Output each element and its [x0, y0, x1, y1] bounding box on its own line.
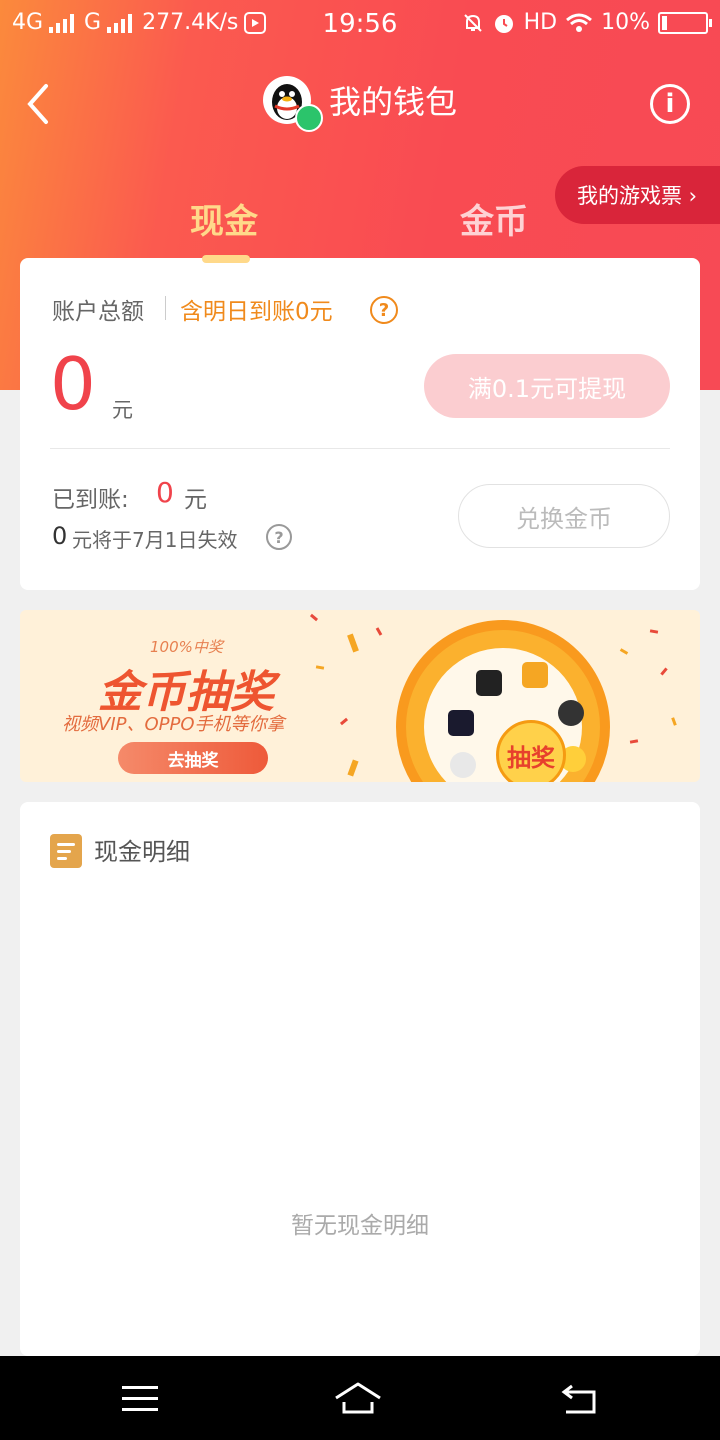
wheel-center-button[interactable]: 抽奖 [496, 720, 566, 782]
arrived-value: 0 [156, 476, 174, 509]
wechat-icon [294, 104, 323, 132]
battery-percent: 10% [601, 10, 650, 35]
vip-card-icon [476, 670, 502, 696]
label-separator [165, 296, 166, 320]
cash-card: 账户总额 含明日到账0元 ? 0 元 满0.1元可提现 已到账: 0 元 0 元… [20, 258, 700, 590]
tab-coin[interactable]: 金币 [460, 194, 528, 243]
cash-detail-title: 现金明细 [94, 838, 190, 866]
confetti [375, 627, 383, 636]
title-bar: 我的钱包 [0, 76, 720, 132]
my-game-tickets-button[interactable]: 我的游戏票 › [555, 166, 720, 224]
confetti [347, 759, 359, 777]
alarm-icon [494, 14, 513, 33]
list-icon [50, 834, 82, 868]
backpack-icon [558, 700, 584, 726]
pending-amount-label: 含明日到账0元 [180, 299, 333, 325]
menu-icon[interactable] [122, 1386, 158, 1412]
cash-detail-section: 现金明细 暂无现金明细 [20, 802, 700, 1356]
confetti [339, 717, 349, 726]
amount-unit: 元 [112, 398, 133, 422]
battery-icon [658, 11, 712, 34]
confetti [629, 739, 639, 744]
confetti [649, 629, 659, 634]
divider [50, 448, 670, 449]
arrived-unit: 元 [184, 487, 207, 513]
wifi-icon [566, 13, 593, 32]
expire-amount: 0 [52, 522, 68, 550]
back-nav-icon[interactable] [560, 1382, 600, 1416]
page-title: 我的钱包 [328, 83, 457, 121]
gift-icon [522, 662, 548, 688]
expire-help-icon[interactable]: ? [266, 524, 292, 550]
confetti [671, 717, 677, 726]
lottery-wheel: 抽奖 [396, 620, 610, 782]
phone-icon [448, 710, 474, 736]
arrived-label: 已到账: [52, 487, 129, 513]
help-question-icon[interactable]: ? [370, 296, 398, 324]
hd-indicator: HD [523, 10, 558, 35]
avatar [262, 76, 323, 132]
account-total-label: 账户总额 [52, 299, 144, 325]
status-bar: 4G G 277.4K/s 19:56 HD 10% [0, 0, 720, 50]
withdraw-button[interactable]: 满0.1元可提现 [424, 354, 670, 418]
exchange-coin-button[interactable]: 兑换金币 [458, 484, 670, 548]
expire-text: 元将于7月1日失效 [72, 528, 238, 552]
tab-cash[interactable]: 现金 [190, 194, 258, 243]
confetti [309, 613, 319, 622]
mute-bell-icon [463, 13, 482, 32]
total-amount: 0 [50, 342, 96, 426]
banner-subtitle: 视频VIP、OPPO手机等你拿 [62, 714, 285, 735]
system-nav-bar [0, 1356, 720, 1440]
earbuds-icon [450, 752, 476, 778]
confetti [619, 648, 629, 655]
banner-tagline: 100%中奖 [150, 638, 223, 656]
empty-state-text: 暂无现金明细 [291, 1213, 429, 1239]
home-icon[interactable] [330, 1378, 386, 1418]
confetti [347, 633, 359, 653]
confetti [660, 667, 668, 676]
tab-indicator [202, 255, 250, 263]
info-icon[interactable]: i [650, 84, 690, 124]
wheel-inner: 抽奖 [424, 648, 586, 782]
confetti [315, 665, 325, 670]
lottery-banner[interactable]: 100%中奖 金币抽奖 视频VIP、OPPO手机等你拿 去抽奖 抽奖 [20, 610, 700, 782]
go-lottery-button[interactable]: 去抽奖 [118, 742, 268, 774]
